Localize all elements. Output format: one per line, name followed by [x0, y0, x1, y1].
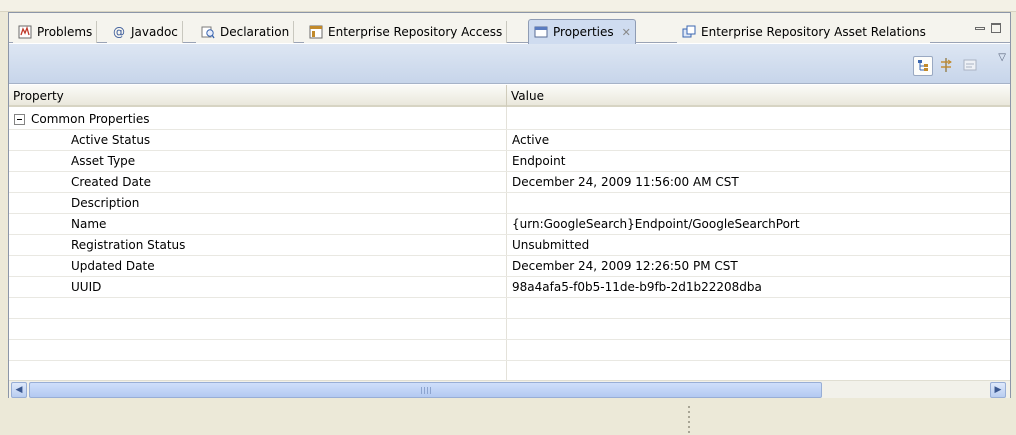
property-value: 98a4afa5-f0b5-11de-b9fb-2d1b22208dba — [512, 280, 762, 294]
problems-icon — [17, 24, 33, 40]
tab-label: Problems — [37, 25, 93, 39]
group-label: Common Properties — [31, 112, 150, 126]
tab-javadoc[interactable]: @ Javadoc — [107, 21, 183, 43]
maximize-icon[interactable] — [991, 23, 1001, 33]
table-row[interactable]: Registration Status Unsubmitted — [9, 235, 1010, 256]
show-advanced-button[interactable] — [936, 56, 956, 76]
table-row[interactable]: Asset Type Endpoint — [9, 151, 1010, 172]
minimize-icon[interactable] — [975, 27, 985, 30]
tab-label: Enterprise Repository Access — [328, 25, 503, 39]
property-name: Asset Type — [71, 154, 136, 168]
properties-toolbar: ▽ — [9, 44, 1010, 84]
empty-row — [9, 298, 1010, 319]
property-name: Description — [71, 196, 140, 210]
show-categories-icon — [916, 58, 930, 75]
tab-enterprise-repository-access[interactable]: Enterprise Repository Access — [304, 21, 508, 43]
repository-icon — [308, 24, 324, 40]
group-row-common-properties[interactable]: Common Properties — [9, 109, 1010, 130]
property-value: December 24, 2009 11:56:00 AM CST — [512, 175, 739, 189]
property-name: Active Status — [71, 133, 151, 147]
table-header: Property Value — [9, 85, 1010, 107]
properties-view: Problems @ Javadoc Declaration Enterpris… — [8, 12, 1011, 412]
restore-default-button[interactable] — [960, 56, 980, 76]
empty-row — [9, 319, 1010, 340]
tab-label: Javadoc — [131, 25, 178, 39]
close-icon[interactable]: ✕ — [622, 26, 631, 39]
property-name: UUID — [71, 280, 102, 294]
collapse-icon[interactable] — [14, 114, 25, 125]
restore-default-icon — [963, 58, 977, 75]
property-name: Registration Status — [71, 238, 186, 252]
properties-table: Property Value Common Properties Active … — [9, 85, 1010, 380]
window-top-strip — [0, 0, 1016, 12]
table-row[interactable]: Description — [9, 193, 1010, 214]
horizontal-scrollbar[interactable]: ◀ ▶ — [9, 380, 1010, 398]
scroll-left-button[interactable]: ◀ — [11, 382, 27, 398]
chevron-right-icon: ▶ — [994, 385, 1002, 395]
status-separator-icon — [688, 406, 690, 433]
property-value: December 24, 2009 12:26:50 PM CST — [512, 259, 738, 273]
view-window-controls — [975, 23, 1001, 37]
tab-label: Enterprise Repository Asset Relations — [701, 25, 926, 39]
show-categories-button[interactable] — [913, 56, 933, 76]
tab-label: Declaration — [220, 25, 290, 39]
properties-icon — [533, 24, 549, 40]
chevron-left-icon: ◀ — [15, 385, 23, 395]
property-value: {urn:GoogleSearch}Endpoint/GoogleSearchP… — [512, 217, 800, 231]
table-row[interactable]: UUID 98a4afa5-f0b5-11de-b9fb-2d1b22208db… — [9, 277, 1010, 298]
column-header-value[interactable]: Value — [506, 85, 1010, 107]
tab-enterprise-repository-asset-relations[interactable]: Enterprise Repository Asset Relations — [677, 21, 930, 43]
declaration-icon — [200, 24, 216, 40]
table-row[interactable]: Active Status Active — [9, 130, 1010, 151]
column-header-property[interactable]: Property — [9, 85, 506, 107]
tab-declaration[interactable]: Declaration — [196, 21, 295, 43]
view-menu-icon[interactable]: ▽ — [998, 52, 1006, 63]
tab-label: Properties — [553, 25, 614, 39]
at-icon: @ — [113, 25, 125, 39]
property-value: Unsubmitted — [512, 238, 590, 252]
status-bar — [8, 398, 1011, 435]
relations-icon — [681, 24, 697, 40]
property-name: Updated Date — [71, 259, 155, 273]
empty-row — [9, 340, 1010, 361]
scrollbar-thumb[interactable] — [29, 382, 822, 398]
table-row[interactable]: Name {urn:GoogleSearch}Endpoint/GoogleSe… — [9, 214, 1010, 235]
grip-icon — [420, 387, 431, 394]
property-value: Endpoint — [512, 154, 566, 168]
table-row[interactable]: Created Date December 24, 2009 11:56:00 … — [9, 172, 1010, 193]
table-row[interactable]: Updated Date December 24, 2009 12:26:50 … — [9, 256, 1010, 277]
property-name: Created Date — [71, 175, 151, 189]
tab-properties[interactable]: Properties ✕ — [528, 19, 636, 44]
property-name: Name — [71, 217, 107, 231]
property-value: Active — [512, 133, 550, 147]
show-advanced-icon — [938, 57, 954, 76]
scroll-right-button[interactable]: ▶ — [990, 382, 1006, 398]
view-tab-bar: Problems @ Javadoc Declaration Enterpris… — [9, 13, 1010, 44]
tab-problems[interactable]: Problems — [13, 21, 98, 43]
